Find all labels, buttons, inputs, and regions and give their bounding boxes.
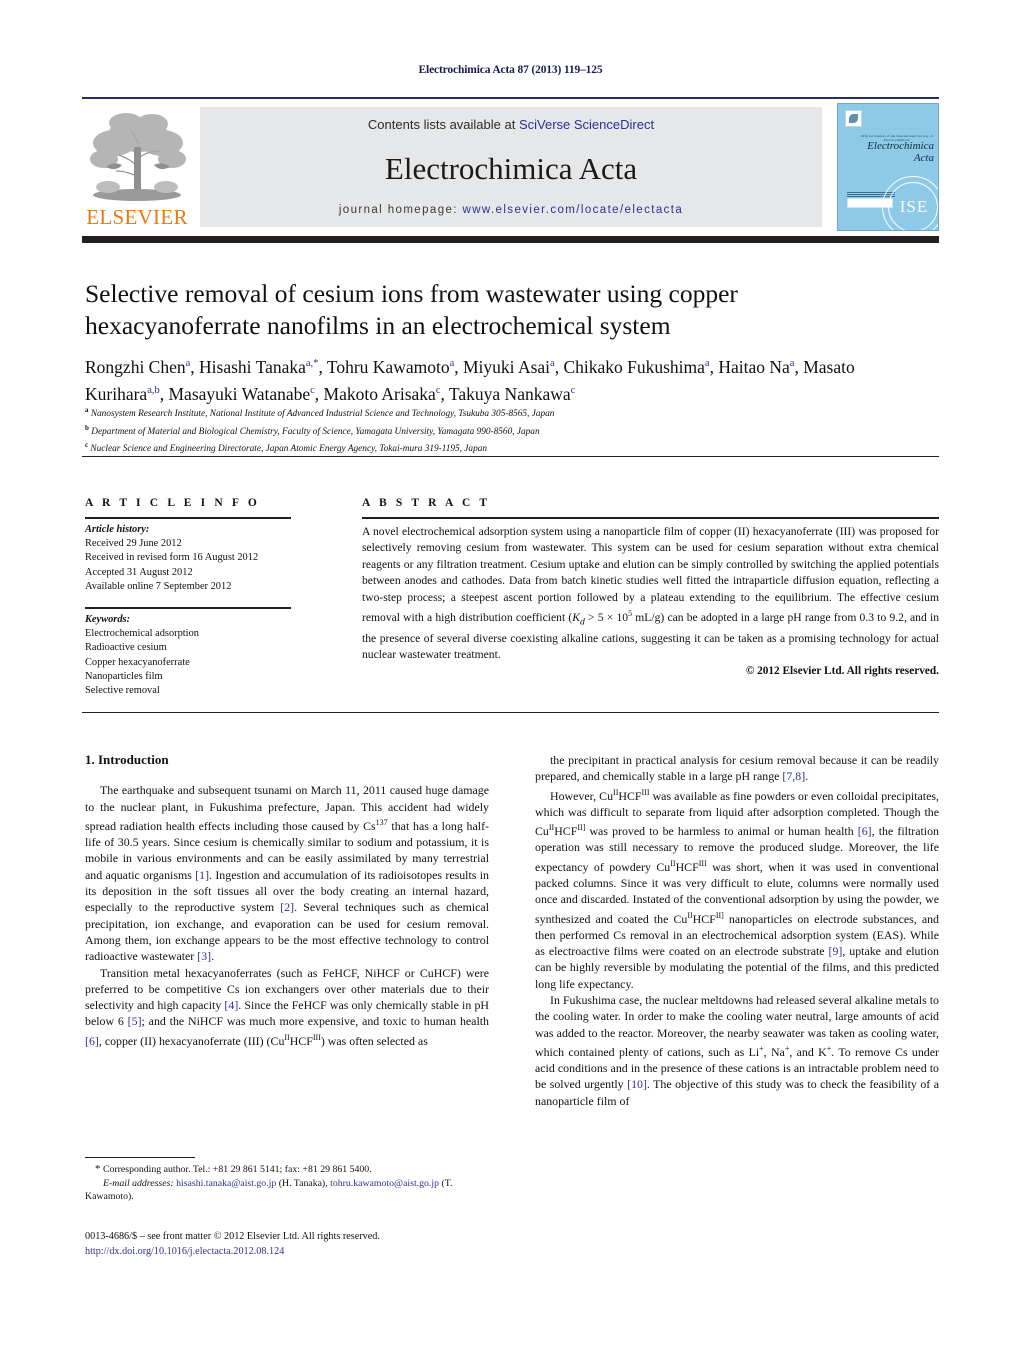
body-column-left: 1. Introduction The earthquake and subse… [85,752,489,1049]
email-addresses-note: E-mail addresses: hisashi.tanaka@aist.go… [85,1177,453,1203]
article-history-item: Received 29 June 2012 [85,538,182,550]
body-paragraph: However, CuIIHCFIII was available as fin… [535,787,940,991]
running-head: Electrochimica Acta 87 (2013) 119–125 [418,64,603,76]
contents-prefix: Contents lists available at [367,117,519,132]
issn-frontmatter-line: 0013-4686/$ – see front matter © 2012 El… [85,1231,380,1242]
homepage-prefix: journal homepage: [338,204,463,216]
right-column-paragraphs: the precipitant in practical analysis fo… [535,752,939,1109]
article-history-item: Received in revised form 16 August 2012 [85,552,259,564]
abstract-text: A novel electrochemical adsorption syste… [362,525,939,662]
journal-title: Electrochimica Acta [384,151,638,186]
article-history-label: Article history: [85,524,150,535]
keyword-item: Selective removal [85,685,160,697]
keywords-items: Electrochemical adsorption Radioactive ce… [85,627,315,698]
abstract-heading: A B S T R A C T [362,497,491,509]
author-list: Rongzhi Chena, Hisashi Tanakaa,*, Tohru … [85,356,855,405]
article-info-rule-mid [85,607,291,609]
cover-journal-title: Electrochimica Acta [846,140,934,164]
doi-link[interactable]: http://dx.doi.org/10.1016/j.electacta.20… [85,1245,515,1260]
abstract-copyright: © 2012 Elsevier Ltd. All rights reserved… [745,665,939,677]
article-history-item: Accepted 31 August 2012 [85,566,193,578]
ise-seal-label: ISE [899,197,929,216]
affiliation-divider [82,456,939,457]
abstract-bottom-divider [82,712,939,713]
contents-panel: Contents lists available at SciVerse Sci… [200,107,822,227]
elsevier-wordmark: ELSEVIER [86,205,188,229]
keyword-item: Copper hexacyanoferrate [85,656,190,668]
keyword-item: Nanoparticles film [85,670,163,682]
elsevier-tree-icon [86,107,188,203]
keyword-item: Electrochemical adsorption [85,628,199,640]
affiliation-a: a Nanosystem Research Institute, Nationa… [85,406,555,420]
page-title: Selective removal of cesium ions from wa… [85,279,738,340]
frontmatter-block: 0013-4686/$ – see front matter © 2012 El… [85,1230,515,1259]
body-column-right: the precipitant in practical analysis fo… [535,752,939,1109]
article-info-heading: A R T I C L E I N F O [85,497,260,509]
section-heading-introduction: 1. Introduction [85,752,169,767]
cover-title-line-2: Acta [913,152,934,164]
article-info-rule-top [85,517,291,519]
abstract-rule [362,517,939,519]
article-history-block: Article history: Received 29 June 2012 Re… [85,523,315,594]
header-thick-divider [82,236,939,243]
homepage-url-link[interactable]: www.elsevier.com/locate/electacta [462,204,683,216]
body-paragraph: In Fukushima case, the nuclear meltdowns… [535,993,939,1108]
cover-title-line-1: Electrochimica [867,140,934,152]
email-link[interactable]: hisashi.tanaka@aist.go.jp [176,1178,276,1189]
email-person: (H. Tanaka) [278,1177,326,1189]
paper-page: Electrochimica Acta 87 (2013) 119–125 EL… [0,0,1021,1351]
affiliation-b: b Department of Material and Biological … [85,423,540,437]
journal-cover-thumbnail: Official Journal of the International So… [837,103,939,231]
left-column-paragraphs: The earthquake and subsequent tsunami on… [85,782,489,1049]
keyword-item: Radioactive cesium [85,642,167,654]
cover-elsevier-icon [845,110,862,127]
email-label: E-mail addresses: [103,1177,174,1189]
footnote-block: * Corresponding author. Tel.: +81 29 861… [85,1163,489,1204]
article-history-item: Available online 7 September 2012 [85,580,232,592]
affiliation-list: a Nanosystem Research Institute, Nationa… [85,404,915,457]
affiliation-c: c Nuclear Science and Engineering Direct… [85,441,488,455]
keywords-label: Keywords: [85,614,131,625]
article-history-items: Received 29 June 2012 Received in revised… [85,537,315,594]
ise-seal-icon: ISE [882,176,938,230]
email-link[interactable]: tohru.kawamoto@aist.go.jp [330,1178,439,1189]
contents-available-line: Contents lists available at SciVerse Sci… [200,117,822,132]
body-paragraph: The earthquake and subsequent tsunami on… [85,783,489,964]
journal-homepage-line: journal homepage: www.elsevier.com/locat… [200,204,822,216]
corresponding-author-note: * Corresponding author. Tel.: +81 29 861… [95,1163,372,1175]
journal-header: ELSEVIER Contents lists available at Sci… [82,103,939,231]
elsevier-logo: ELSEVIER [82,105,192,229]
keywords-block: Keywords: Electrochemical adsorption Radi… [85,613,315,698]
body-paragraph: the precipitant in practical analysis fo… [535,753,939,784]
body-paragraph: Transition metal hexacyanoferrates (such… [85,965,489,1048]
footnote-divider [85,1157,195,1158]
sciencedirect-link[interactable]: SciVerse ScienceDirect [519,117,654,132]
header-top-rule [82,97,939,99]
